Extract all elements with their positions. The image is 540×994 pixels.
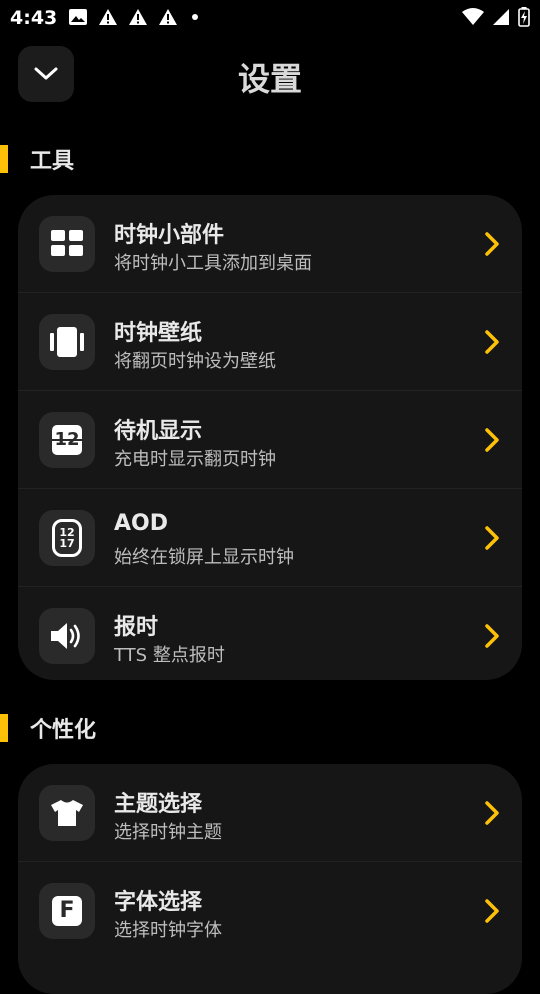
- notification-dot-icon: [192, 14, 198, 20]
- chevron-right-icon: [485, 801, 499, 825]
- settings-item-time-announce[interactable]: 报时 TTS 整点报时: [18, 587, 522, 680]
- warning-icon: [129, 9, 147, 25]
- status-time: 4:43: [10, 7, 58, 29]
- item-subtitle: 将翻页时钟设为壁纸: [114, 351, 276, 372]
- top-bar: 设置: [0, 44, 540, 102]
- section-title: 个性化: [30, 718, 97, 743]
- status-notification-icons: [68, 8, 198, 26]
- item-title: 字体选择: [114, 890, 203, 915]
- wallpaper-icon: [39, 314, 95, 370]
- chevron-right-icon: [485, 428, 499, 452]
- tools-card: 时钟小部件 将时钟小工具添加到桌面 时钟壁纸 将翻页时钟设为壁纸 12 待机显示: [18, 195, 522, 680]
- item-title: 报时: [114, 615, 159, 640]
- section-accent-bar: [0, 145, 8, 173]
- chevron-right-icon: [485, 330, 499, 354]
- item-title: 待机显示: [114, 419, 203, 444]
- icon-text-bottom: 17: [59, 537, 75, 550]
- wifi-icon: [462, 8, 484, 25]
- chevron-right-icon: [485, 624, 499, 648]
- settings-item-font-select[interactable]: F 字体选择 选择时钟字体: [18, 862, 522, 959]
- settings-item-clock-wallpaper[interactable]: 时钟壁纸 将翻页时钟设为壁纸: [18, 293, 522, 391]
- item-subtitle: 将时钟小工具添加到桌面: [114, 253, 312, 274]
- chevron-right-icon: [485, 232, 499, 256]
- item-subtitle: 始终在锁屏上显示时钟: [114, 547, 294, 568]
- page-title: 设置: [237, 60, 302, 98]
- warning-icon: [159, 9, 177, 25]
- icon-text: F: [59, 898, 75, 923]
- warning-icon: [99, 9, 117, 25]
- status-system-icons: [462, 7, 530, 27]
- settings-item-theme-select[interactable]: 主题选择 选择时钟主题: [18, 764, 522, 862]
- settings-item-clock-widget[interactable]: 时钟小部件 将时钟小工具添加到桌面: [18, 195, 522, 293]
- item-title: 时钟小部件: [114, 223, 225, 248]
- section-header-personalization: 个性化: [0, 713, 96, 743]
- item-subtitle: 充电时显示翻页时钟: [114, 449, 276, 470]
- item-subtitle: 选择时钟字体: [114, 920, 222, 941]
- settings-item-aod[interactable]: 12 17 AOD 始终在锁屏上显示时钟: [18, 489, 522, 587]
- signal-icon: [493, 9, 509, 25]
- item-title: 时钟壁纸: [114, 321, 203, 346]
- section-accent-bar: [0, 714, 8, 742]
- font-icon: F: [39, 883, 95, 939]
- section-header-tools: 工具: [0, 144, 74, 174]
- item-subtitle: TTS 整点报时: [114, 645, 225, 666]
- aod-watch-icon: 12 17: [39, 510, 95, 566]
- status-bar: 4:43: [0, 0, 540, 36]
- item-title: AOD: [114, 511, 168, 536]
- item-subtitle: 选择时钟主题: [114, 822, 222, 843]
- chevron-right-icon: [485, 899, 499, 923]
- widget-grid-icon: [39, 216, 95, 272]
- speaker-icon: [39, 608, 95, 664]
- settings-item-standby-display[interactable]: 12 待机显示 充电时显示翻页时钟: [18, 391, 522, 489]
- chevron-right-icon: [485, 526, 499, 550]
- image-icon: [69, 9, 87, 25]
- section-title: 工具: [30, 149, 75, 174]
- flip-clock-12-icon: 12: [39, 412, 95, 468]
- battery-charging-icon: [518, 7, 530, 27]
- tshirt-icon: [39, 785, 95, 841]
- item-title: 主题选择: [114, 792, 203, 817]
